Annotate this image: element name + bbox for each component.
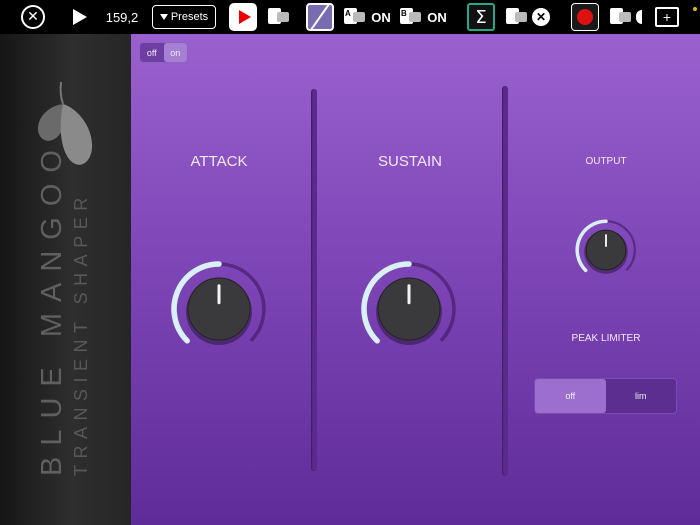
attack-knob[interactable] <box>169 259 269 359</box>
plugin-b-icon[interactable]: B <box>400 8 422 26</box>
section-divider <box>502 86 508 476</box>
slot-a-letter: A <box>345 9 351 18</box>
plugin-icon[interactable] <box>610 8 632 26</box>
plugin-icon[interactable] <box>506 8 528 26</box>
output-label: OUTPUT <box>585 156 627 167</box>
sigma-icon[interactable]: Σ <box>467 3 495 31</box>
chevron-down-icon <box>159 14 168 20</box>
power-off-option[interactable]: off <box>140 43 164 62</box>
power-on-option[interactable]: on <box>163 43 187 62</box>
tempo-display[interactable]: 159,2 <box>104 4 140 30</box>
partial-app-icon[interactable] <box>636 10 642 24</box>
presets-button[interactable]: Presets <box>152 5 216 29</box>
close-icon[interactable]: ✕ <box>21 5 45 29</box>
limiter-on-option[interactable]: lim <box>606 379 677 413</box>
output-knob[interactable] <box>574 218 638 282</box>
plugin-panel: off on ATTACK SUSTAIN OUTPUT PEAK LIMITE… <box>131 34 700 525</box>
app-icon-red-circle[interactable] <box>571 3 599 31</box>
slot-b-letter: B <box>401 9 407 18</box>
slot-a-state[interactable]: ON <box>369 4 393 30</box>
status-dot <box>693 7 697 11</box>
power-toggle[interactable]: off on <box>139 42 188 63</box>
limiter-off-option[interactable]: off <box>535 379 606 413</box>
peak-limiter-label: PEAK LIMITER <box>571 333 641 344</box>
app-icon-red[interactable] <box>229 3 257 31</box>
brand-name: BLUE MANGOO <box>36 139 68 476</box>
brand-subtitle: TRANSIENT SHAPER <box>71 191 91 476</box>
app-icon-purple[interactable] <box>306 3 334 31</box>
remove-icon[interactable]: ✕ <box>532 8 550 26</box>
sustain-label: SUSTAIN <box>378 153 442 170</box>
play-icon[interactable] <box>70 4 90 30</box>
host-toolbar: ✕ 159,2 Presets A ON B ON Σ ✕ + <box>0 0 700 34</box>
presets-label: Presets <box>170 11 209 23</box>
brand-panel: BLUE MANGOO TRANSIENT SHAPER <box>0 34 131 525</box>
sustain-knob[interactable] <box>359 259 459 359</box>
slot-b-state[interactable]: ON <box>425 4 449 30</box>
plugin-a-icon[interactable]: A <box>344 8 366 26</box>
section-divider <box>311 89 317 471</box>
peak-limiter-toggle[interactable]: off lim <box>534 378 677 414</box>
plugin-icon[interactable] <box>268 8 290 26</box>
attack-label: ATTACK <box>190 153 248 170</box>
folder-add-icon[interactable]: + <box>655 7 679 27</box>
